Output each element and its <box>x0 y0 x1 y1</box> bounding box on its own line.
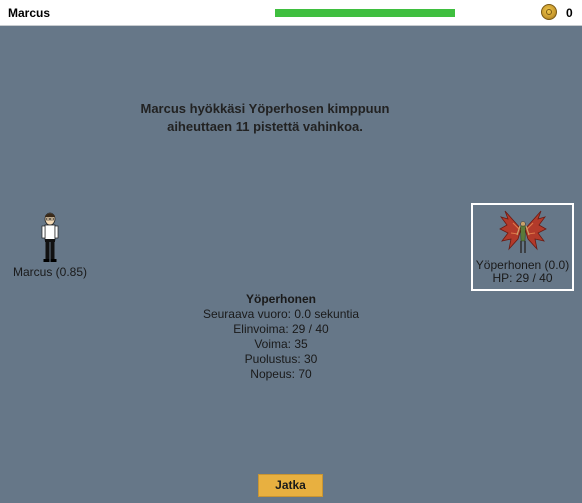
stat-defense: Puolustus: 30 <box>244 352 318 366</box>
stat-health: Elinvoima: 29 / 40 <box>233 322 329 336</box>
battle-message-line-1: Marcus hyökkäsi Yöperhosen kimppuun <box>140 101 390 116</box>
health-bar <box>275 9 455 17</box>
coin-count: 0 <box>566 6 573 20</box>
enemy-hp: HP: 29 / 40 <box>492 271 553 285</box>
stat-speed: Nopeus: 70 <box>250 367 312 381</box>
battle-message-line-2: aiheuttaen 11 pistettä vahinkoa. <box>167 119 363 134</box>
player-figure-icon <box>41 212 59 262</box>
stats-title: Yöperhonen <box>245 292 316 306</box>
stat-strength: Voima: 35 <box>254 337 308 351</box>
enemy-stats-panel: Yöperhonen Seuraava vuoro: 0.0 sekuntia … <box>181 292 381 382</box>
health-bar-fill <box>275 9 455 17</box>
stat-next-turn: Seuraava vuoro: 0.0 sekuntia <box>202 307 360 321</box>
player-character: Marcus (0.85) <box>8 212 92 279</box>
continue-button[interactable]: Jatka <box>258 474 323 497</box>
moth-enemy-icon <box>498 210 547 253</box>
player-name: Marcus <box>8 6 51 20</box>
top-bar: Marcus 0 <box>0 0 582 26</box>
gold-coin-icon <box>541 4 557 20</box>
enemy-card[interactable]: Yöperhonen (0.0) HP: 29 / 40 <box>471 203 574 291</box>
coin-emblem <box>546 9 552 15</box>
player-label: Marcus (0.85) <box>12 265 88 279</box>
battle-message: Marcus hyökkäsi Yöperhosen kimppuun aihe… <box>0 100 530 136</box>
